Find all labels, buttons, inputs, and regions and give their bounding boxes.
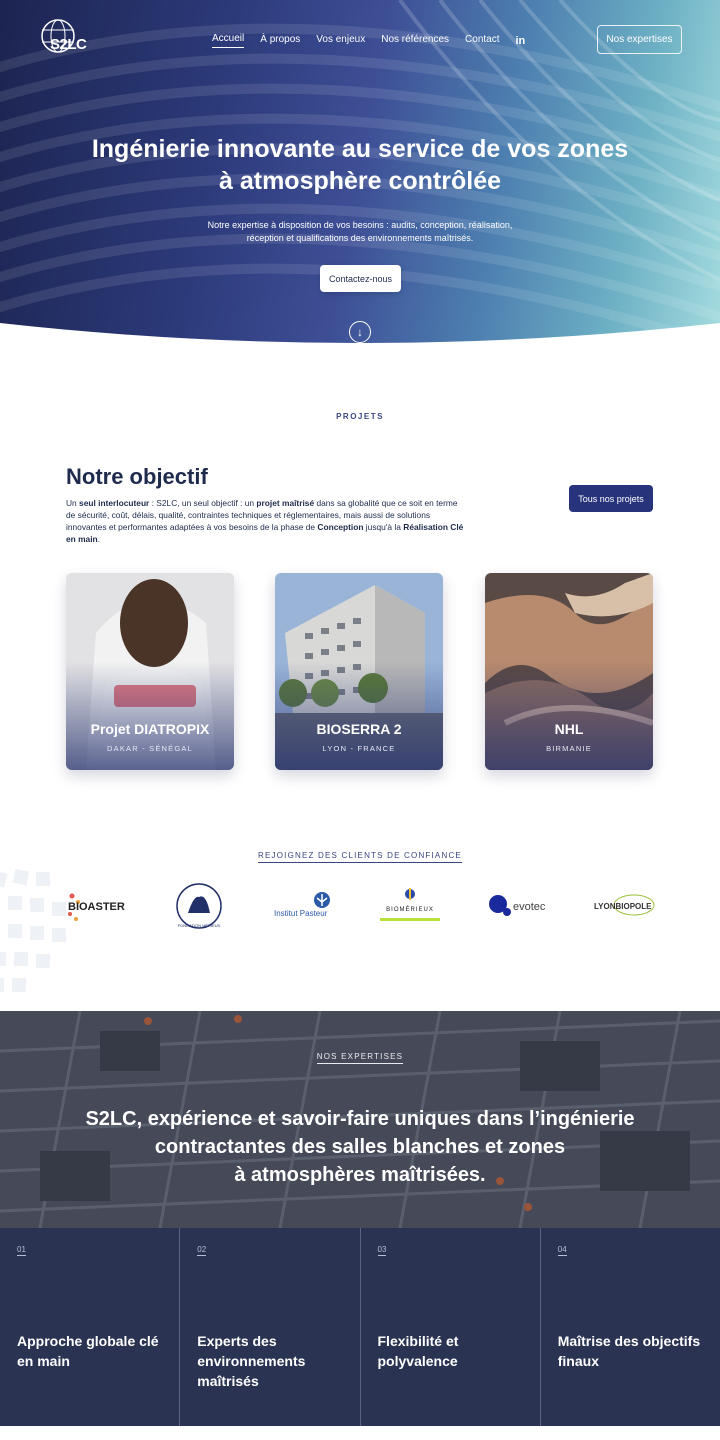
card-location: LYON - FRANCE xyxy=(322,744,396,753)
client-name: FONDATION MÉRIEUX xyxy=(178,923,221,928)
expertises-title: S2LC, expérience et savoir-faire uniques… xyxy=(30,1105,690,1189)
clients-label-text: REJOIGNEZ DES CLIENTS DE CONFIANCE xyxy=(258,851,462,863)
nav-item-a-propos[interactable]: À propos xyxy=(260,34,300,48)
evotec-logo-icon: evotec xyxy=(489,895,546,916)
nos-expertises-button[interactable]: Nos expertises xyxy=(597,25,682,54)
client-logo-evotec: evotec xyxy=(484,882,552,930)
fondation-merieux-logo-icon: FONDATION MÉRIEUX xyxy=(176,883,222,929)
all-projects-button[interactable]: Tous nos projets xyxy=(569,485,653,512)
hero-title-line2: à atmosphère contrôlée xyxy=(218,167,502,195)
card-overlay xyxy=(66,573,234,770)
card-overlay xyxy=(275,573,443,770)
project-card-diatropix[interactable]: Projet DIATROPIX DAKAR - SÉNÉGAL xyxy=(66,573,234,770)
expertise-title: Approche globale clé en main xyxy=(17,1333,159,1369)
objective-text-bold: Conception xyxy=(317,522,364,532)
client-name: evotec xyxy=(513,901,546,913)
projects-eyebrow: PROJETS xyxy=(336,412,384,421)
objective-title: Notre objectif xyxy=(66,464,208,489)
client-name: Institut Pasteur xyxy=(274,909,328,918)
client-logo-lyonbiopole: LYONBIOPOLE xyxy=(590,882,660,930)
objective-text: Un seul interlocuteur : S2LC, un seul ob… xyxy=(66,497,466,545)
objective-text-part: Un xyxy=(66,498,80,508)
client-name: BIOMÉRIEUX xyxy=(386,906,434,913)
nav-item-contact[interactable]: Contact xyxy=(465,34,499,48)
card-title: NHL xyxy=(554,721,584,737)
hero-subtitle-line1: Notre expertise à disposition de vos bes… xyxy=(207,220,513,230)
client-logo-institut-pasteur: Institut Pasteur xyxy=(268,882,338,930)
hero-subtitle-line2: réception et qualifications des environn… xyxy=(246,233,474,243)
hero-title: Ingénierie innovante au service de vos z… xyxy=(60,133,660,197)
expertise-title: Flexibilité et polyvalence xyxy=(377,1333,459,1369)
objective-text-part: : S2LC, un seul objectif : un xyxy=(149,498,257,508)
objective-text-bold: projet maîtrisé xyxy=(256,498,315,508)
expertise-number: 03 xyxy=(377,1245,387,1256)
client-logo-fondation-merieux: FONDATION MÉRIEUX xyxy=(172,882,226,930)
institut-pasteur-logo-icon: Institut Pasteur xyxy=(274,892,330,918)
expertises-title-line1: S2LC, expérience et savoir-faire uniques… xyxy=(85,1108,635,1130)
hero-subtitle: Notre expertise à disposition de vos bes… xyxy=(180,219,540,245)
scroll-down-icon[interactable]: ↓ xyxy=(349,321,371,343)
objective-text-part: jusqu'à la xyxy=(363,522,404,532)
nav-item-accueil[interactable]: Accueil xyxy=(212,33,245,48)
contact-button[interactable]: Contactez-nous xyxy=(320,265,401,292)
nav-item-vos-enjeux[interactable]: Vos enjeux xyxy=(316,34,365,48)
expertises-label-text: NOS EXPERTISES xyxy=(316,1052,404,1064)
expertise-item[interactable]: 03 Flexibilité et polyvalence xyxy=(361,1228,541,1426)
logo-text[interactable]: S2LC xyxy=(50,36,87,53)
expertises-label: NOS EXPERTISES xyxy=(0,1052,720,1064)
expertise-item[interactable]: 01 Approche globale clé en main xyxy=(0,1228,181,1426)
lyonbiopole-logo-icon: LYONBIOPOLE xyxy=(594,894,655,916)
objective-text-part: . xyxy=(97,534,100,544)
expertises-title-line2: contractantes des salles blanches et zon… xyxy=(154,1136,566,1158)
clients-label: REJOIGNEZ DES CLIENTS DE CONFIANCE xyxy=(0,851,720,863)
expertise-number: 01 xyxy=(17,1245,26,1256)
client-name: BIOASTER xyxy=(68,901,125,913)
main-nav: Accueil À propos Vos enjeux Nos référenc… xyxy=(212,33,525,48)
client-logo-biomerieux: BIOMÉRIEUX xyxy=(378,882,442,930)
card-title: BIOSERRA 2 xyxy=(316,721,402,737)
nav-item-nos-references[interactable]: Nos références xyxy=(381,34,449,48)
expertise-title: Maîtrise des objectifs finaux xyxy=(557,1333,701,1369)
linkedin-icon[interactable]: in xyxy=(516,35,526,47)
bioaster-logo-icon: BIOASTER xyxy=(68,893,125,921)
client-name: LYONBIOPOLE xyxy=(594,902,652,911)
card-location: DAKAR - SÉNÉGAL xyxy=(107,744,193,753)
expertise-columns: 01 Approche globale clé en main 02 Exper… xyxy=(0,1228,720,1426)
biomerieux-logo-icon: BIOMÉRIEUX xyxy=(380,888,440,921)
expertise-number: 04 xyxy=(557,1245,567,1256)
expertise-title: Experts des environnements maîtrisés xyxy=(197,1333,306,1389)
card-overlay xyxy=(485,573,653,770)
objective-text-bold: seul interlocuteur xyxy=(79,498,150,508)
project-card-bioserra[interactable]: BIOSERRA 2 LYON - FRANCE xyxy=(275,573,443,770)
expertises-title-line3: à atmosphères maîtrisées. xyxy=(234,1164,486,1186)
card-location: BIRMANIE xyxy=(546,744,592,753)
expertise-number: 02 xyxy=(197,1245,207,1256)
card-title: Projet DIATROPIX xyxy=(90,721,210,737)
expertise-item[interactable]: 04 Maîtrise des objectifs finaux xyxy=(541,1228,720,1426)
expertise-item[interactable]: 02 Experts des environnements maîtrisés xyxy=(180,1228,361,1426)
project-card-nhl[interactable]: NHL BIRMANIE xyxy=(485,573,653,770)
client-logo-bioaster: BIOASTER xyxy=(62,882,132,930)
hero-title-line1: Ingénierie innovante au service de vos z… xyxy=(91,135,629,163)
